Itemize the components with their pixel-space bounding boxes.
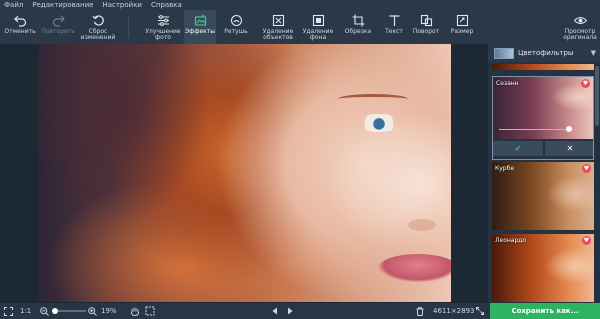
resize-label: Размер [450,28,474,35]
filter-card-leonardo[interactable]: Леонардо ♥ [492,234,594,302]
filter-card-courbet[interactable]: Курбе ♥ [492,162,594,230]
filter-category-dropdown[interactable]: Цветофильтры ▼ [488,44,600,62]
effects-tab[interactable]: Эффекты [184,10,216,44]
zoom-slider-handle[interactable] [52,308,58,314]
effects-label: Эффекты [185,28,215,35]
scrollbar-thumb[interactable] [595,66,599,126]
retouch-icon [229,13,243,27]
filter-actions: ✔ ✕ [493,141,593,156]
resize-icon [455,13,469,27]
preview-label-2: оригинала [563,34,597,41]
expand-icon[interactable] [476,303,484,319]
remove-background-icon [311,13,325,27]
preview-original-button[interactable]: Просмотр оригинала [560,10,600,44]
menu-file[interactable]: Файл [4,1,23,9]
photo-canvas[interactable] [38,44,451,302]
heart-icon[interactable]: ♥ [582,164,591,173]
sliders-icon [156,13,170,27]
menu-settings[interactable]: Настройки [102,1,142,9]
zoom-out-icon[interactable] [40,303,49,319]
remove-background-label-2: фона [309,34,327,41]
crop-label: Обрезка [344,28,372,35]
heart-icon[interactable]: ♥ [582,236,591,245]
text-button[interactable]: Текст [380,10,408,44]
retouch-label: Ретушь [224,28,248,35]
remove-background-button[interactable]: Удаление фона [298,10,338,44]
crop-button[interactable]: Обрезка [342,10,374,44]
rotate-label: Поворот [412,28,440,35]
enhance-label-2: фото [155,34,171,41]
remove-objects-icon [271,13,285,27]
resize-button[interactable]: Размер [446,10,478,44]
filter-list: Сезанн ♥ ✔ ✕ Курбе ♥ Леонардо ♥ [492,64,594,302]
chevron-down-icon: ▼ [590,49,596,57]
photo-eye [356,114,402,132]
filter-thumbnail [492,234,594,302]
heart-icon[interactable]: ♥ [581,79,590,88]
selection-tool-icon[interactable] [145,303,155,319]
crop-icon [351,13,365,27]
redo-button[interactable]: Повторить [38,10,78,44]
image-dimensions: 4611×2893 [433,307,475,315]
undo-label: Отменить [4,28,36,35]
apply-filter-button[interactable]: ✔ [493,141,543,156]
next-image-icon[interactable] [286,303,294,319]
panel-scrollbar[interactable] [594,64,600,302]
x-icon: ✕ [566,144,574,153]
remove-objects-button[interactable]: Удаление объектов [258,10,298,44]
toolbar-divider [128,16,129,38]
redo-label: Повторить [41,28,75,35]
actual-size-button[interactable]: 1:1 [20,303,31,319]
photo-nose [408,219,436,231]
rotate-icon [419,13,433,27]
filter-label: Сезанн [496,80,519,87]
redo-icon [51,13,65,27]
text-label: Текст [385,28,403,35]
cancel-filter-button[interactable]: ✕ [545,141,593,156]
enhance-photo-button[interactable]: Улучшение фото [142,10,184,44]
menu-edit[interactable]: Редактирование [32,1,93,9]
reset-icon [91,13,105,27]
menu-help[interactable]: Справка [151,1,182,9]
undo-icon [13,13,27,27]
save-as-button[interactable]: Сохранить как... [490,303,600,319]
eye-icon [573,13,587,27]
trash-icon[interactable] [416,303,424,319]
filter-thumbnail [492,162,594,230]
effects-icon [193,13,207,27]
filter-label: Курбе [495,165,515,172]
zoom-in-icon[interactable] [88,303,97,319]
check-icon: ✔ [514,144,522,153]
filter-card-cezanne[interactable]: Сезанн ♥ ✔ ✕ [492,76,594,160]
photo-lips [378,254,451,282]
filter-label: Леонардо [495,237,527,244]
reset-label-2: изменений [80,34,116,41]
toolbar: Отменить Повторить Сброс изменений Улучш… [0,10,600,44]
category-thumbnail [494,47,514,59]
remove-objects-label-2: объектов [263,34,293,41]
undo-button[interactable]: Отменить [2,10,38,44]
hand-tool-icon[interactable] [130,303,140,319]
filter-card[interactable] [492,64,594,70]
filter-thumbnail [492,64,594,70]
fit-screen-icon[interactable] [4,303,13,319]
category-label: Цветофильтры [518,49,574,57]
zoom-percent: 19% [101,307,117,315]
menu-bar: Файл Редактирование Настройки Справка [0,0,600,10]
rotate-button[interactable]: Поворот [410,10,442,44]
photo-brow [338,94,408,104]
text-icon [387,13,401,27]
retouch-button[interactable]: Ретушь [218,10,254,44]
reset-changes-button[interactable]: Сброс изменений [78,10,118,44]
previous-image-icon[interactable] [271,303,279,319]
